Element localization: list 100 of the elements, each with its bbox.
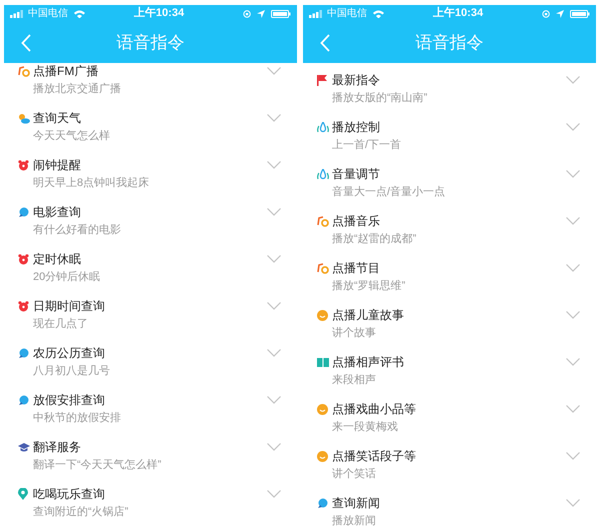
status-time: 上午10:34 — [432, 6, 484, 22]
command-title: 定时休眠 — [33, 251, 81, 268]
command-example: 来段相声 — [332, 373, 377, 388]
command-example: 上一首/下一首 — [332, 138, 402, 153]
command-example: 查询附近的“火锅店” — [33, 504, 130, 520]
smiley-icon — [317, 404, 328, 414]
command-title: 吃喝玩乐查询 — [33, 486, 105, 503]
command-example: 20分钟后休眠 — [33, 270, 102, 285]
command-row[interactable]: 吃喝玩乐查询 查询附近的“火锅店” — [4, 485, 297, 529]
command-title: 点播FM广播 — [33, 63, 98, 80]
command-title: 电影查询 — [33, 204, 81, 221]
expand-chevron-icon — [566, 264, 580, 272]
location-arrow-icon — [256, 10, 265, 18]
music-note-icon — [18, 66, 30, 76]
status-time: 上午10:34 — [134, 6, 186, 22]
command-row[interactable]: 点播戏曲小品等 来一段黄梅戏 — [303, 400, 596, 447]
flag-icon — [317, 74, 327, 86]
expand-chevron-icon — [566, 311, 580, 319]
command-row[interactable]: 点播FM广播 播放北京交通广播 — [4, 62, 297, 109]
chat-bubble-icon — [18, 348, 29, 358]
command-row[interactable]: 农历公历查询 八月初八是几号 — [4, 344, 297, 391]
command-example: 翻译一下“今天天气怎么样” — [33, 458, 162, 473]
command-title: 点播戏曲小品等 — [332, 401, 416, 418]
command-row[interactable]: 查询新闻 播放新闻 — [303, 494, 596, 529]
page-title: 语音指令 — [416, 32, 484, 54]
command-title: 翻译服务 — [33, 439, 81, 456]
expand-chevron-icon — [267, 255, 281, 263]
command-example: 讲个笑话 — [332, 467, 377, 482]
command-title: 点播儿童故事 — [332, 307, 404, 324]
battery-icon — [270, 10, 291, 18]
command-row[interactable]: 点播笑话段子等 讲个笑话 — [303, 447, 596, 494]
command-row[interactable]: 翻译服务 翻译一下“今天天气怎么样” — [4, 438, 297, 485]
wifi-icon — [74, 10, 85, 18]
carrier-name: 中国电信 — [28, 6, 68, 21]
command-title: 点播音乐 — [332, 213, 380, 230]
expand-chevron-icon — [566, 358, 580, 366]
command-row[interactable]: 电影查询 有什么好看的电影 — [4, 203, 297, 250]
smiley-icon — [317, 310, 328, 320]
command-title: 查询新闻 — [332, 495, 380, 512]
expand-chevron-icon — [566, 76, 580, 84]
smiley-icon — [317, 450, 328, 462]
map-pin-icon — [18, 488, 28, 500]
music-note-icon — [317, 216, 329, 226]
command-example: 有什么好看的电影 — [33, 223, 122, 238]
command-row[interactable]: 点播儿童故事 讲个故事 — [303, 306, 596, 353]
command-example: 八月初八是几号 — [33, 364, 111, 379]
expand-chevron-icon — [566, 170, 580, 178]
command-title: 日期时间查询 — [33, 298, 105, 315]
command-row[interactable]: 音量调节 音量大一点/音量小一点 — [303, 165, 596, 212]
signal-icon — [309, 10, 325, 18]
command-example: 播放新闻 — [332, 514, 377, 529]
command-example: 今天天气怎么样 — [33, 129, 111, 144]
command-row[interactable]: 定时休眠 20分钟后休眠 — [4, 250, 297, 297]
rotation-lock-icon — [542, 10, 550, 18]
command-example: 播放“赵雷的成都” — [332, 232, 418, 247]
expand-chevron-icon — [267, 396, 281, 404]
expand-chevron-icon — [566, 123, 580, 131]
open-book-icon — [317, 358, 329, 366]
expand-chevron-icon — [267, 490, 281, 498]
command-example: 播放“罗辑思维” — [332, 278, 406, 294]
alarm-clock-icon — [18, 300, 29, 312]
expand-chevron-icon — [267, 208, 281, 216]
expand-chevron-icon — [566, 217, 580, 225]
command-example: 播放北京交通广播 — [33, 82, 122, 97]
music-note-icon — [317, 262, 329, 274]
expand-chevron-icon — [566, 499, 580, 507]
command-row[interactable]: 点播音乐 播放“赵雷的成都” — [303, 212, 596, 259]
command-title: 闹钟提醒 — [33, 157, 81, 174]
chat-bubble-icon — [18, 206, 29, 218]
alarm-clock-icon — [18, 160, 29, 170]
command-row[interactable]: 点播相声评书 来段相声 — [303, 353, 596, 400]
command-row[interactable]: 闹钟提醒 明天早上8点钟叫我起床 — [4, 156, 297, 203]
command-row[interactable]: 日期时间查询 现在几点了 — [4, 297, 297, 344]
command-example: 来一段黄梅戏 — [332, 420, 399, 435]
command-row[interactable]: 查询天气 今天天气怎么样 — [4, 109, 297, 156]
command-title: 点播相声评书 — [332, 354, 404, 371]
battery-icon — [570, 10, 590, 18]
page-title: 语音指令 — [116, 32, 184, 54]
command-example: 讲个故事 — [332, 326, 377, 341]
command-row[interactable]: 点播节目 播放“罗辑思维” — [303, 259, 596, 306]
graduation-cap-icon — [18, 442, 30, 452]
command-title: 放假安排查询 — [33, 392, 105, 409]
command-row[interactable]: 播放控制 上一首/下一首 — [303, 118, 596, 165]
command-example: 播放女版的“南山南” — [332, 91, 428, 106]
command-example: 音量大一点/音量小一点 — [332, 184, 446, 200]
command-example: 中秋节的放假安排 — [33, 410, 122, 426]
back-chevron-icon — [320, 34, 330, 52]
command-title: 音量调节 — [332, 166, 380, 183]
expand-chevron-icon — [267, 302, 281, 310]
chat-bubble-icon — [317, 498, 328, 508]
command-row[interactable]: 放假安排查询 中秋节的放假安排 — [4, 391, 297, 438]
drops-icon — [317, 122, 329, 132]
command-example: 明天早上8点钟叫我起床 — [33, 176, 150, 191]
command-title: 最新指令 — [332, 72, 380, 89]
command-row[interactable]: 最新指令 播放女版的“南山南” — [303, 71, 596, 118]
carrier-name: 中国电信 — [327, 6, 367, 21]
expand-chevron-icon — [267, 114, 281, 122]
weather-icon — [18, 112, 30, 124]
wifi-icon — [373, 10, 384, 18]
command-title: 农历公历查询 — [33, 345, 105, 362]
